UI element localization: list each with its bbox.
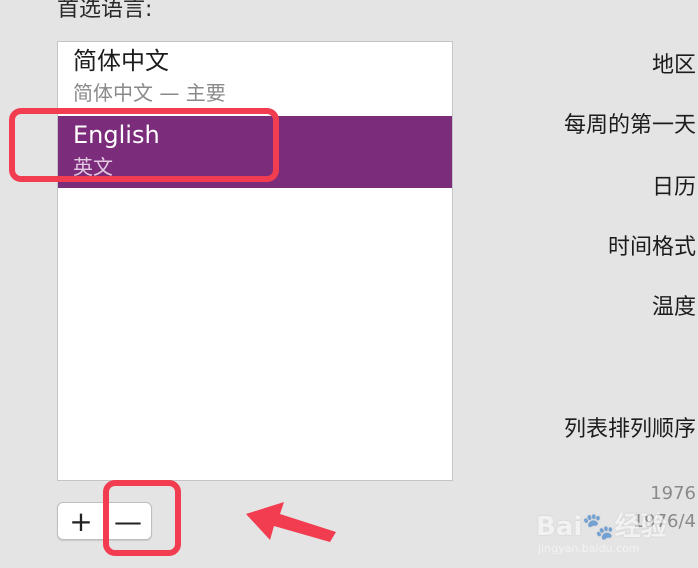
baidu-logo-icon: Bai🐾经验 <box>536 512 667 542</box>
first-day-of-week-label: 每周的第一天 <box>563 113 696 138</box>
add-language-button[interactable]: + <box>58 503 104 539</box>
region-label: 地区 <box>651 53 696 78</box>
calendar-label: 日历 <box>651 175 696 200</box>
preferred-languages-list[interactable]: 简体中文 简体中文 — 主要 English 英文 <box>57 41 453 481</box>
language-name: 简体中文 <box>73 47 169 75</box>
baidu-watermark: Bai🐾经验 jingyan.baidu.com <box>536 492 698 568</box>
baidu-watermark-url: jingyan.baidu.com <box>538 542 640 555</box>
list-sort-order-label: 列表排列顺序 <box>563 417 696 442</box>
annotation-highlight-english <box>9 108 279 182</box>
annotation-highlight-remove-button <box>103 480 181 556</box>
temperature-label: 温度 <box>651 295 696 320</box>
language-subtitle: 简体中文 — 主要 <box>73 81 226 105</box>
time-format-label: 时间格式 <box>607 235 696 260</box>
section-title: 首选语言: <box>57 0 153 22</box>
language-item-simplified-chinese[interactable]: 简体中文 简体中文 — 主要 <box>58 42 452 114</box>
annotation-arrow-icon <box>246 502 336 542</box>
